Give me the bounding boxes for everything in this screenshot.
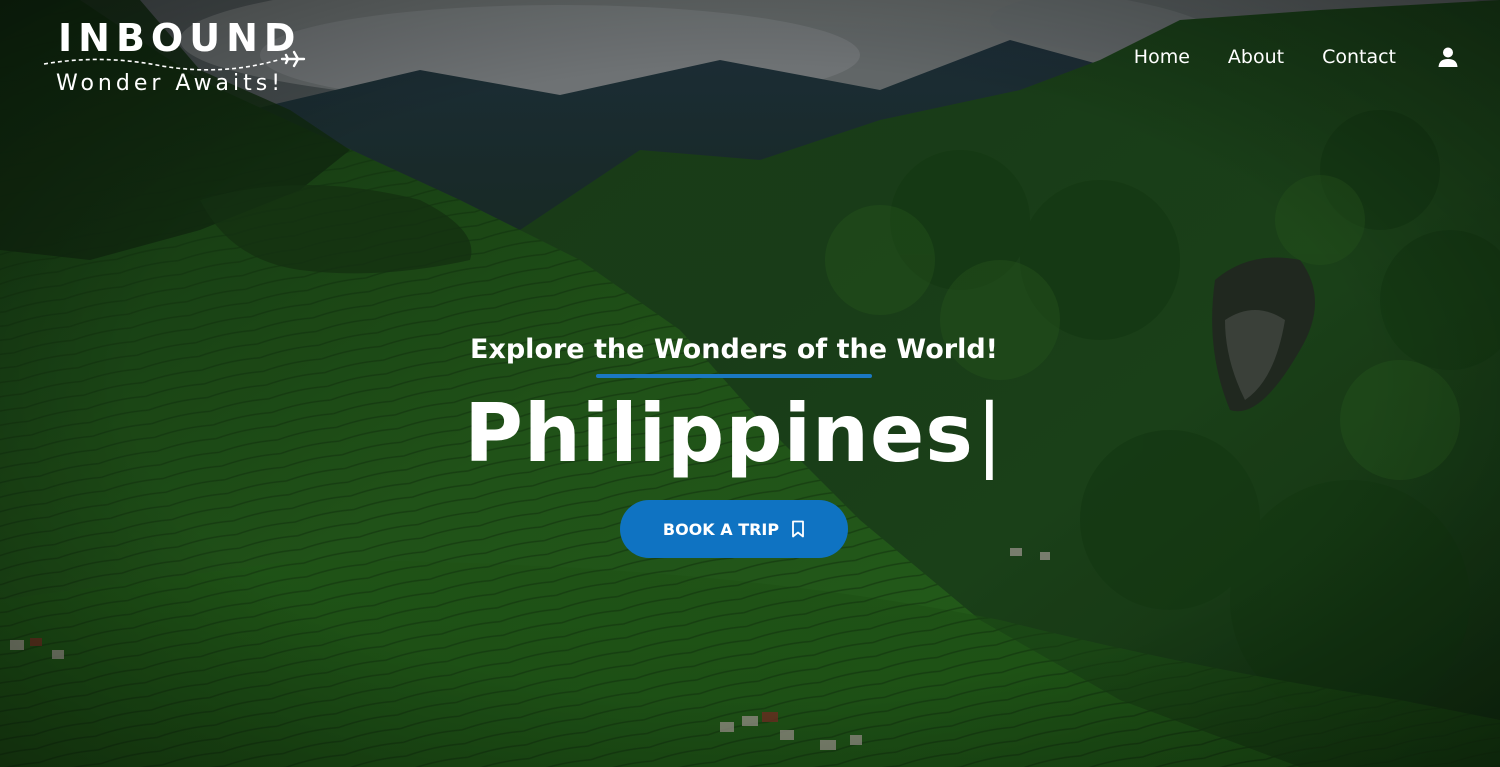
nav-home-link[interactable]: Home xyxy=(1134,46,1190,68)
hero-destination: Philippines| xyxy=(384,384,1084,484)
tagline-underline xyxy=(596,374,872,378)
site-logo[interactable]: INBOUND Wonder Awaits! xyxy=(40,14,310,104)
destination-text: Philippines xyxy=(464,387,974,480)
hero-section: INBOUND Wonder Awaits! Home About Contac… xyxy=(0,0,1500,767)
nav-contact-link[interactable]: Contact xyxy=(1322,46,1396,68)
typing-cursor: | xyxy=(975,387,1004,480)
logo-tagline: Wonder Awaits! xyxy=(56,71,285,96)
book-trip-button[interactable]: BOOK A TRIP xyxy=(620,500,848,558)
nav-about-link[interactable]: About xyxy=(1228,46,1284,68)
main-navigation: Home About Contact xyxy=(1134,40,1460,74)
hero-tagline: Explore the Wonders of the World! xyxy=(470,334,998,365)
user-icon[interactable] xyxy=(1436,45,1460,69)
bookmark-icon xyxy=(791,520,805,538)
hero-content: Explore the Wonders of the World! Philip… xyxy=(384,328,1084,558)
book-trip-label: BOOK A TRIP xyxy=(662,519,780,539)
